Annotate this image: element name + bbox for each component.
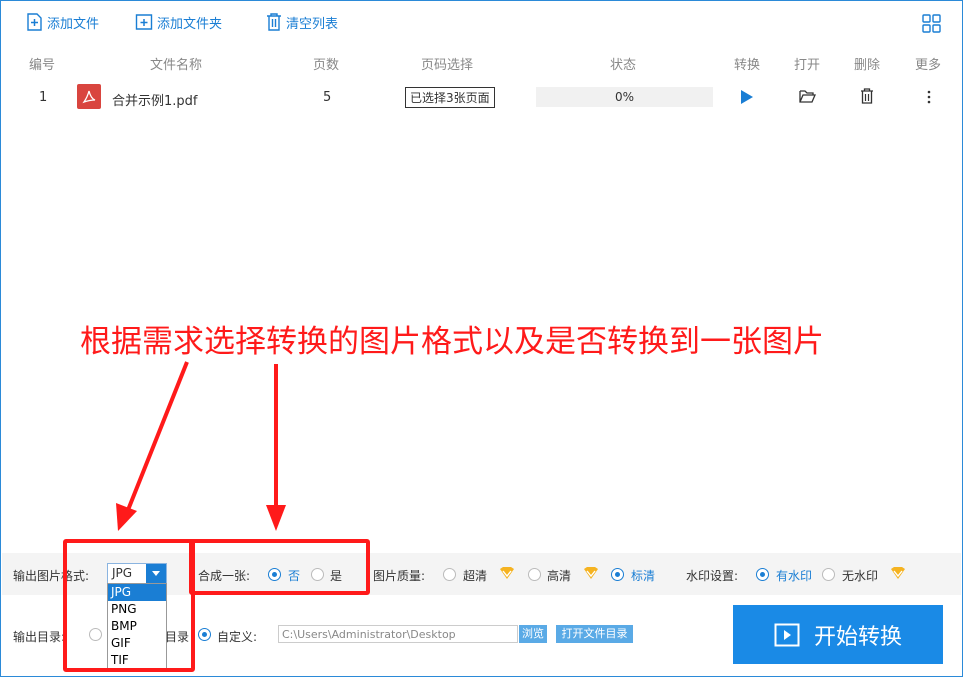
annotation-arrows [116,361,286,531]
